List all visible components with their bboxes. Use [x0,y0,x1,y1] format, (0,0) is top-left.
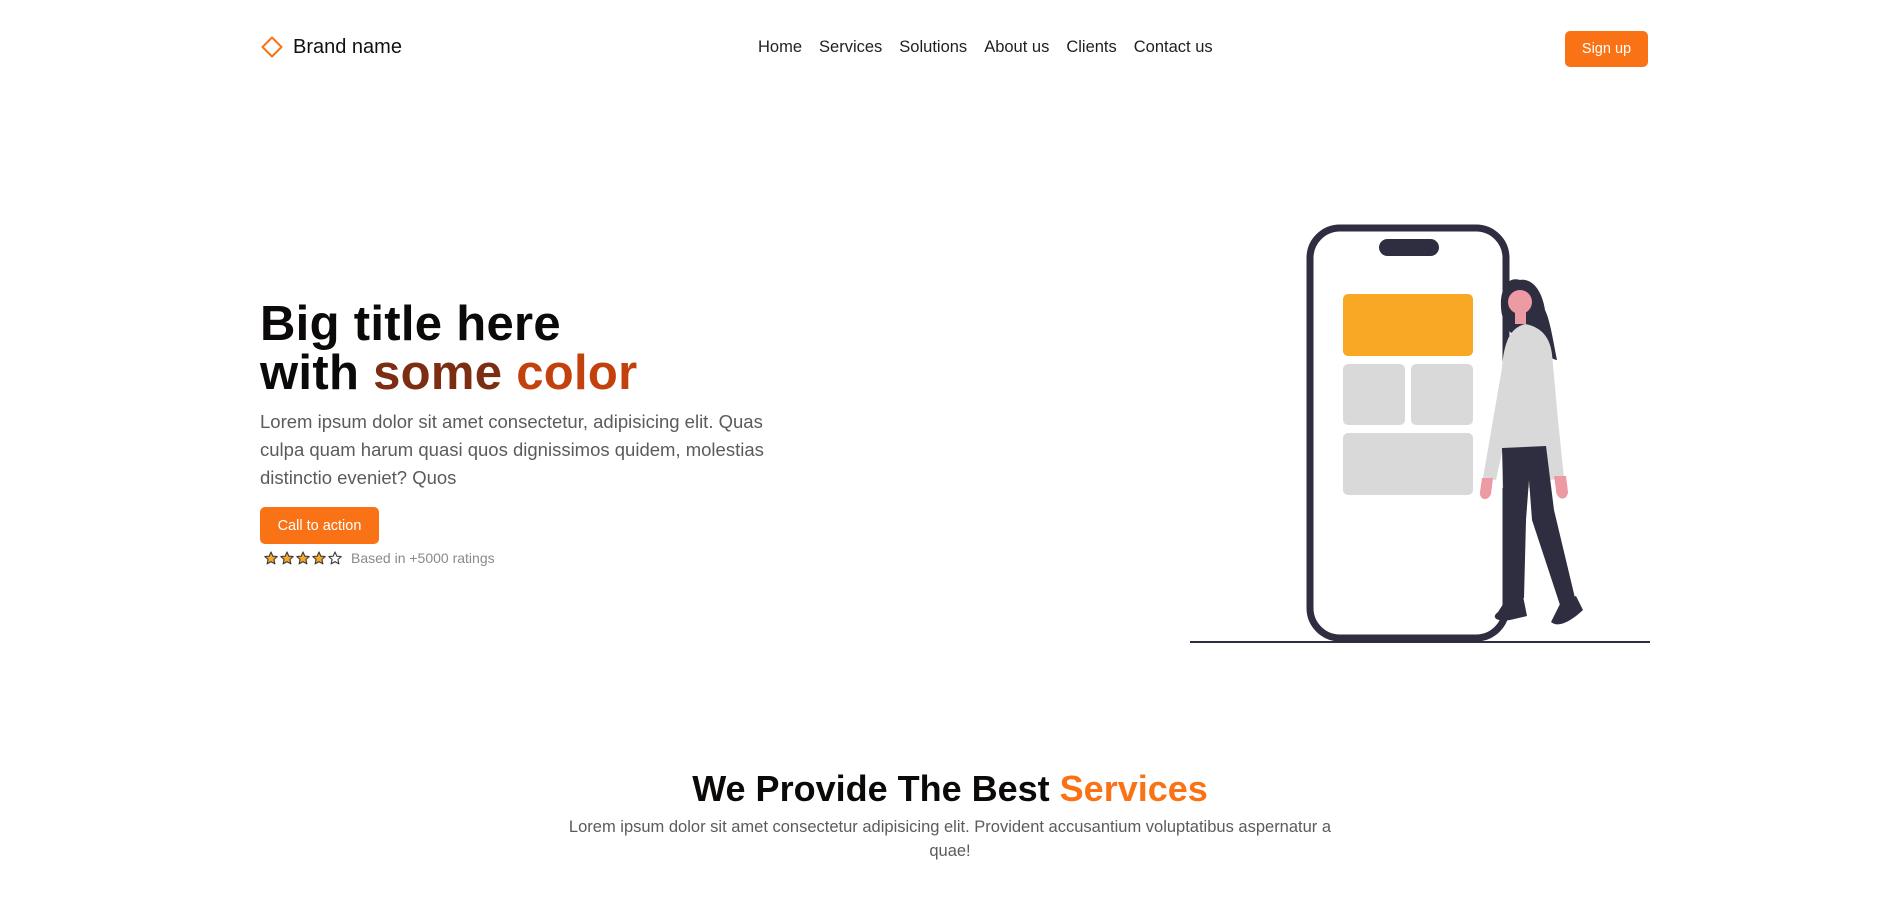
services-title-accent: Services [1059,768,1208,809]
diamond-outline-icon [261,36,283,58]
services-description: Lorem ipsum dolor sit amet consectetur a… [568,818,1332,860]
nav-contact-us[interactable]: Contact us [1134,38,1213,57]
woman-neck [1515,312,1526,324]
rating: Based in +5000 ratings [264,550,495,566]
nav-solutions[interactable]: Solutions [899,38,967,57]
woman-phone-illustration [1190,224,1650,643]
nav-services[interactable]: Services [819,38,882,57]
rating-text: Based in +5000 ratings [351,550,495,566]
phone-card-small-left [1343,364,1405,425]
hero-title-line-1: Big title here [260,297,561,351]
hero-title-accent-1: some [373,346,503,400]
star-filled-icon [280,551,294,565]
main-nav: Home Services Solutions About us Clients… [758,38,1213,57]
star-filled-icon [312,551,326,565]
phone-card-highlight [1343,294,1473,356]
star-empty-icon [328,551,342,565]
woman-right-shoe [1551,596,1583,625]
rating-stars [264,551,342,565]
nav-about-us[interactable]: About us [984,38,1049,57]
woman-right-arm [1554,476,1568,499]
brand-name: Brand name [293,35,402,58]
site-header: Brand name Home Services Solutions About… [0,0,1900,98]
nav-home[interactable]: Home [758,38,802,57]
nav-clients[interactable]: Clients [1066,38,1116,57]
woman-legs [1502,446,1575,605]
signup-button[interactable]: Sign up [1565,31,1648,67]
star-filled-icon [296,551,310,565]
hero-title-plain: with [260,346,360,400]
phone-card-wide [1343,433,1473,495]
call-to-action-button[interactable]: Call to action [260,507,379,544]
hero-title-accent-2: color [516,346,638,400]
woman-head [1508,290,1532,314]
hero-title: Big title here with some color [260,300,638,398]
hero-description: Lorem ipsum dolor sit amet consectetur, … [260,411,764,488]
services-title: We Provide The Best Services [0,768,1900,810]
services-title-plain: We Provide The Best [692,768,1050,809]
phone-card-small-right [1411,364,1473,425]
brand[interactable]: Brand name [260,35,402,59]
phone-notch [1379,239,1439,256]
hero-title-line-2: with some color [260,349,638,398]
star-filled-icon [264,551,278,565]
